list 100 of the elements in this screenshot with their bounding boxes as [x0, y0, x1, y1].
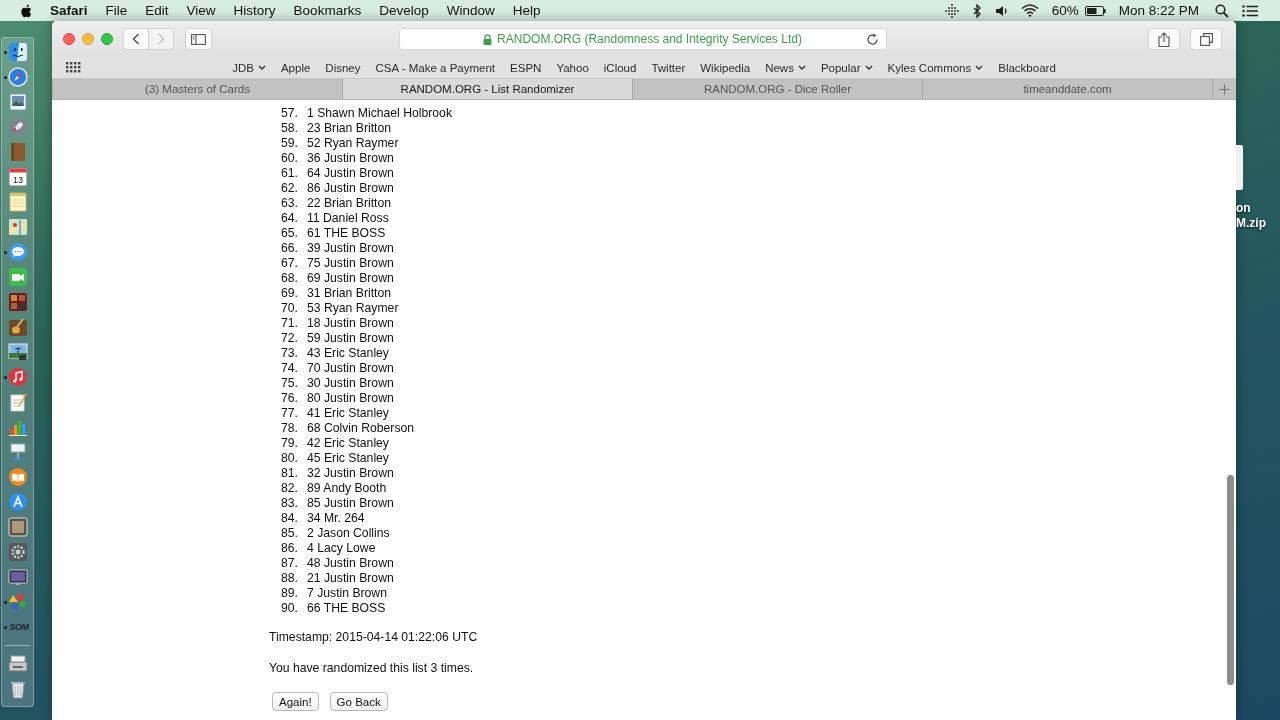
list-number: 65.: [280, 226, 298, 240]
menu-item[interactable]: History: [233, 0, 276, 21]
list-entry: 34 Mr. 264: [307, 511, 365, 525]
list-entry: 86 Justin Brown: [307, 181, 394, 195]
bookmark-link[interactable]: iCloud: [603, 61, 637, 74]
menu-item[interactable]: Develop: [379, 0, 429, 21]
scrollbar-thumb[interactable]: [1226, 475, 1234, 685]
open-book-icon: [8, 467, 28, 487]
list-number: 70.: [280, 301, 298, 315]
list-entry: 36 Justin Brown: [307, 151, 394, 165]
bookmark-link[interactable]: Yahoo: [556, 61, 589, 74]
list-entry: 11 Daniel Ross: [307, 211, 389, 225]
plus-icon: [1219, 83, 1230, 95]
chevron-right-icon: [157, 33, 165, 45]
list-number: 84.: [280, 511, 298, 525]
tray-icon: [8, 654, 28, 674]
bookmark-link[interactable]: CSA - Make a Payment: [375, 61, 496, 74]
list-entry: 31 Brian Britton: [307, 286, 391, 300]
address-field[interactable]: RANDOM.ORG (Randomness and Integrity Services Ltd): [398, 28, 887, 50]
bluetooth-icon[interactable]: [972, 3, 982, 18]
music-note-icon: [8, 367, 28, 387]
bookmark-link[interactable]: ESPN: [510, 61, 542, 74]
list-entry: 70 Justin Brown: [307, 361, 394, 375]
file-name-label: on: [1236, 202, 1251, 215]
list-number: 82.: [280, 481, 298, 495]
pen-and-paper-icon: [8, 392, 28, 412]
dot-grid-icon[interactable]: [66, 62, 81, 73]
list-entry: 59 Justin Brown: [307, 331, 394, 345]
timestamp-text: Timestamp: 2015-04-14 01:22:06 UTC: [269, 629, 478, 645]
list-number: 76.: [280, 391, 298, 405]
again-button[interactable]: Again!: [272, 692, 319, 711]
list-entry: 45 Eric Stanley: [307, 451, 389, 465]
apple-icon[interactable]: [20, 3, 32, 18]
menu-item[interactable]: Bookmarks: [293, 0, 362, 21]
landscape-photo-icon: [8, 342, 28, 362]
bookmark-link[interactable]: Twitter: [651, 61, 686, 74]
list-number: 74.: [280, 361, 298, 375]
bookmark-link[interactable]: Disney: [325, 61, 361, 74]
list-entry: 66 THE BOSS: [307, 601, 386, 615]
reload-icon[interactable]: [865, 33, 879, 46]
browser-tab[interactable]: RANDOM.ORG - Dice Roller: [632, 79, 922, 99]
chevron-left-icon: [132, 33, 140, 45]
list-number: 81.: [280, 466, 298, 480]
bookmark-link[interactable]: Blackboard: [998, 61, 1056, 74]
list-entry: 1 Shawn Michael Holbrook: [307, 106, 452, 120]
list-number: 58.: [280, 121, 298, 135]
list-number: 71.: [280, 316, 298, 330]
menu-item[interactable]: File: [105, 0, 128, 21]
list-entry: 69 Justin Brown: [307, 271, 394, 285]
list-number: 90.: [280, 601, 298, 615]
battery-percentage[interactable]: 60%: [1051, 0, 1079, 21]
video-camera-icon: [8, 267, 28, 287]
sidebar-button[interactable]: [185, 28, 212, 50]
browser-tab[interactable]: RANDOM.ORG - List Randomizer: [342, 79, 632, 99]
list-icon[interactable]: [1242, 4, 1258, 17]
share-button[interactable]: [1148, 28, 1180, 50]
monitor-icon: [8, 567, 28, 587]
bookmark-folder[interactable]: Popular: [820, 61, 873, 74]
list-entry: 80 Justin Brown: [307, 391, 394, 405]
tabs-button[interactable]: [1190, 28, 1222, 50]
dotted-cross-icon[interactable]: [943, 3, 960, 18]
overlapping-squares-icon: [1199, 32, 1213, 46]
wifi-icon[interactable]: [1020, 4, 1039, 17]
go-back-button[interactable]: Go Back: [329, 692, 388, 711]
list-number: 89.: [280, 586, 298, 600]
logo-text: SOM: [8, 622, 30, 632]
list-number: 78.: [280, 421, 298, 435]
menu-item[interactable]: View: [186, 0, 216, 21]
app-menu[interactable]: Safari: [50, 0, 88, 21]
close-button[interactable]: [63, 33, 75, 45]
gear-icon: [8, 542, 28, 562]
browser-tab[interactable]: (3) Masters of Cards: [52, 79, 342, 99]
compass-icon: [8, 67, 28, 87]
speaker-icon[interactable]: [994, 4, 1008, 17]
list-number: 85.: [280, 526, 298, 540]
bookmark-folder[interactable]: News: [765, 61, 806, 74]
menu-item[interactable]: Help: [512, 0, 541, 21]
book-icon: [8, 142, 28, 162]
list-number: 66.: [280, 241, 298, 255]
new-tab-button[interactable]: [1212, 79, 1236, 99]
list-entry: 85 Justin Brown: [307, 496, 394, 510]
list-entry: 43 Eric Stanley: [307, 346, 389, 360]
smiling-face-icon: [8, 42, 28, 62]
search-icon[interactable]: [1215, 3, 1229, 18]
back-button[interactable]: [123, 28, 149, 50]
list-entry: 4 Lacy Lowe: [307, 541, 376, 555]
list-number: 75.: [280, 376, 298, 390]
browser-tab[interactable]: timeanddate.com: [922, 79, 1212, 99]
list-number: 62.: [280, 181, 298, 195]
menu-item[interactable]: Edit: [145, 0, 169, 21]
bookmark-folder[interactable]: JDB: [232, 61, 266, 74]
menu-bar-clock[interactable]: Mon 8:22 PM: [1118, 0, 1199, 21]
rocket-icon: [8, 117, 28, 137]
bookmark-link[interactable]: Wikipedia: [700, 61, 751, 74]
picture-icon: [8, 517, 28, 537]
trash-can-icon: [8, 679, 28, 699]
bookmark-link[interactable]: Apple: [280, 61, 311, 74]
menu-item[interactable]: Window: [446, 0, 495, 21]
pinwheel-icon: [8, 592, 28, 612]
battery-icon[interactable]: [1084, 5, 1106, 16]
